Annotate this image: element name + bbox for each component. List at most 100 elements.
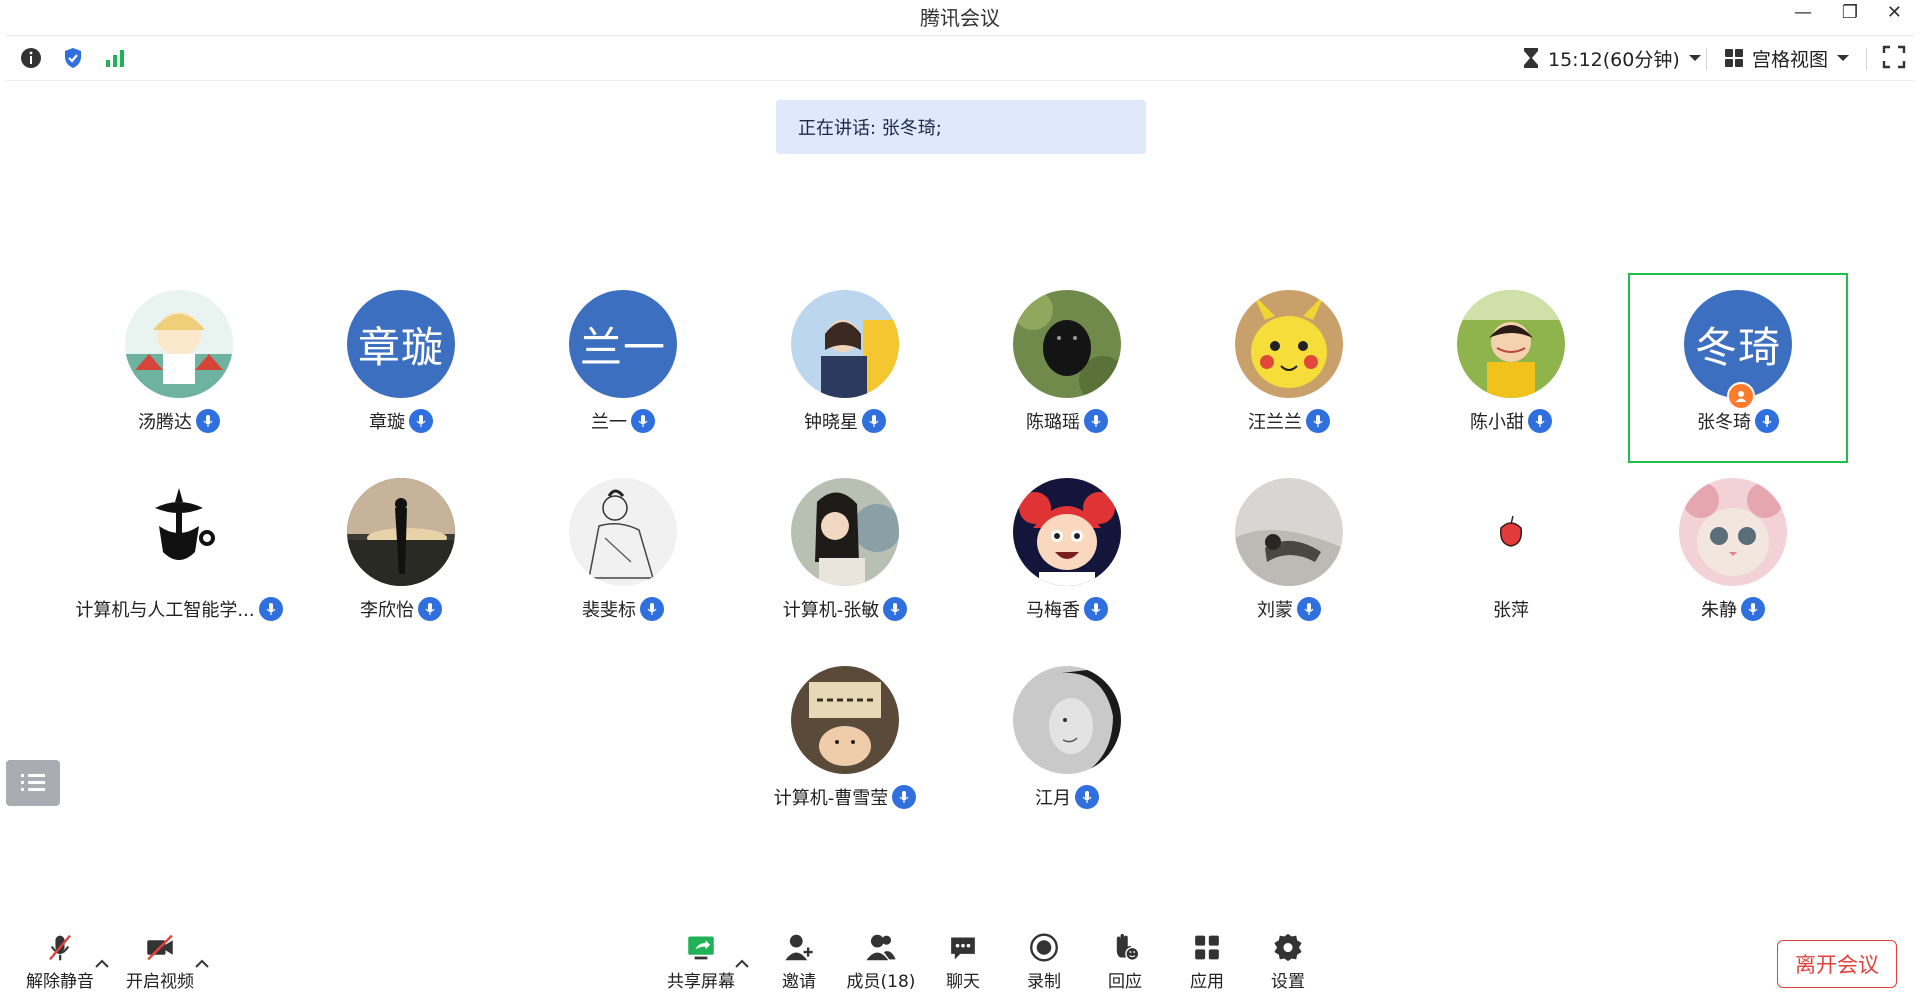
avatar <box>791 666 899 774</box>
chat-label: 聊天 <box>946 972 980 992</box>
mic-on-icon <box>892 785 917 809</box>
avatar <box>791 478 899 586</box>
participant-name: 计算机与人工智能学... <box>75 600 255 621</box>
chevron-up-icon[interactable] <box>194 956 210 972</box>
mic-on-icon <box>1084 597 1108 621</box>
participant-name: 计算机-曹雪莹 <box>773 788 889 809</box>
chevron-up-icon[interactable] <box>734 956 750 972</box>
apps-label: 应用 <box>1190 972 1224 992</box>
chevron-down-icon <box>1688 55 1701 61</box>
participant-tile[interactable]: 计算机-张敏 <box>735 478 955 668</box>
leave-meeting-button[interactable]: 离开会议 <box>1777 940 1897 988</box>
participant-tile[interactable]: 陈小甜 <box>1401 290 1621 480</box>
avatar <box>347 478 455 586</box>
participant-tile[interactable]: 马梅香 <box>957 478 1177 668</box>
participant-name-row: 张冬琦 <box>1628 408 1848 434</box>
view-label: 宫格视图 <box>1752 48 1829 71</box>
toolbar-separator <box>1866 48 1867 70</box>
settings-label: 设置 <box>1271 972 1305 992</box>
participant-tile[interactable]: 江月 <box>957 666 1177 856</box>
avatar: 章璇 <box>347 290 455 398</box>
share-screen-icon <box>688 936 714 960</box>
apps-button[interactable]: 应用 <box>1167 932 1247 992</box>
timer-text: 15:12(60分钟) <box>1548 48 1680 71</box>
participant-tile[interactable]: 刘蒙 <box>1179 478 1399 668</box>
chat-button[interactable]: 聊天 <box>923 932 1003 992</box>
mic-on-icon <box>258 597 283 621</box>
members-icon <box>866 934 896 961</box>
share-screen-button[interactable]: 共享屏幕 <box>661 932 741 992</box>
participant-name-row: 钟晓星 <box>735 408 955 434</box>
avatar <box>1013 478 1121 586</box>
participant-tile[interactable]: 汪兰兰 <box>1179 290 1399 480</box>
participant-name-row: 陈小甜 <box>1401 408 1621 434</box>
invite-button[interactable]: 邀请 <box>759 932 839 992</box>
participant-tile[interactable]: 汤腾达 <box>69 290 289 480</box>
restore-button[interactable]: ❐ <box>1842 2 1858 23</box>
participant-tile[interactable]: 朱静 <box>1623 478 1843 668</box>
member-list-toggle-button[interactable] <box>6 760 60 806</box>
fullscreen-icon[interactable] <box>1882 45 1906 69</box>
participant-name-row: 张萍 <box>1401 596 1621 622</box>
participant-tile[interactable]: 钟晓星 <box>735 290 955 480</box>
hourglass-icon <box>1524 48 1538 68</box>
avatar <box>1679 478 1787 586</box>
avatar <box>1235 290 1343 398</box>
participant-tile[interactable]: 张萍 <box>1401 478 1621 668</box>
close-button[interactable]: ✕ <box>1887 2 1902 23</box>
participant-name-row: 兰一 <box>513 408 733 434</box>
speaking-banner: 正在讲话: 张冬琦; <box>776 100 1146 154</box>
participant-name: 汪兰兰 <box>1248 412 1302 433</box>
mic-on-icon <box>196 409 220 433</box>
mic-on-icon <box>640 597 664 621</box>
participant-tile[interactable]: 计算机与人工智能学... <box>69 478 289 668</box>
avatar <box>1013 666 1121 774</box>
title-bar: 腾讯会议 — ❐ ✕ <box>0 0 1920 30</box>
members-button[interactable]: 成员(18) <box>841 932 921 992</box>
participant-name: 张萍 <box>1493 600 1529 621</box>
host-icon <box>1727 382 1755 410</box>
mic-on-icon <box>883 597 908 621</box>
participant-name: 计算机-张敏 <box>782 600 880 621</box>
chat-icon <box>951 937 975 960</box>
signal-icon[interactable] <box>103 46 127 70</box>
meeting-timer[interactable]: 15:12(60分钟) <box>1522 44 1702 72</box>
toolbar-separator <box>1706 48 1707 70</box>
grid-view-icon <box>1725 49 1743 67</box>
avatar: 兰一 <box>569 290 677 398</box>
settings-button[interactable]: 设置 <box>1248 932 1328 992</box>
mic-on-icon <box>1075 785 1099 809</box>
participant-tile[interactable]: 李欣怡 <box>291 478 511 668</box>
avatar <box>791 290 899 398</box>
participant-name: 钟晓星 <box>804 412 858 433</box>
react-button[interactable]: 回应 <box>1085 932 1165 992</box>
speaking-text: 正在讲话: 张冬琦; <box>798 118 942 139</box>
grid-view-toggle[interactable]: 宫格视图 <box>1724 44 1850 72</box>
avatar <box>1457 478 1565 586</box>
participant-tile[interactable]: 计算机-曹雪莹 <box>735 666 955 856</box>
record-icon <box>1030 933 1058 962</box>
participant-tile[interactable]: 兰一 兰一 <box>513 290 733 480</box>
participant-tile-active-speaker[interactable]: 冬琦 张冬琦 <box>1628 273 1848 463</box>
mic-muted-icon <box>49 934 71 961</box>
avatar <box>569 478 677 586</box>
participant-name-row: 计算机-张敏 <box>735 596 955 622</box>
minimize-button[interactable]: — <box>1794 2 1812 23</box>
unmute-button[interactable]: 解除静音 <box>20 932 100 992</box>
record-label: 录制 <box>1027 972 1061 992</box>
participant-tile[interactable]: 裴斐标 <box>513 478 733 668</box>
participant-name: 陈璐瑶 <box>1026 412 1080 433</box>
info-icon[interactable] <box>19 46 43 70</box>
start-video-button[interactable]: 开启视频 <box>120 932 200 992</box>
participant-name: 刘蒙 <box>1257 600 1293 621</box>
shield-check-icon[interactable] <box>61 46 85 70</box>
participant-tile[interactable]: 章璇 章璇 <box>291 290 511 480</box>
members-label: 成员(18) <box>846 972 916 992</box>
participant-name: 马梅香 <box>1026 600 1080 621</box>
participant-tile[interactable]: 陈璐瑶 <box>957 290 1177 480</box>
chevron-up-icon[interactable] <box>94 956 110 972</box>
record-button[interactable]: 录制 <box>1004 932 1084 992</box>
share-screen-label: 共享屏幕 <box>667 972 735 992</box>
participant-name-row: 计算机-曹雪莹 <box>735 784 955 810</box>
participant-name: 陈小甜 <box>1470 412 1524 433</box>
